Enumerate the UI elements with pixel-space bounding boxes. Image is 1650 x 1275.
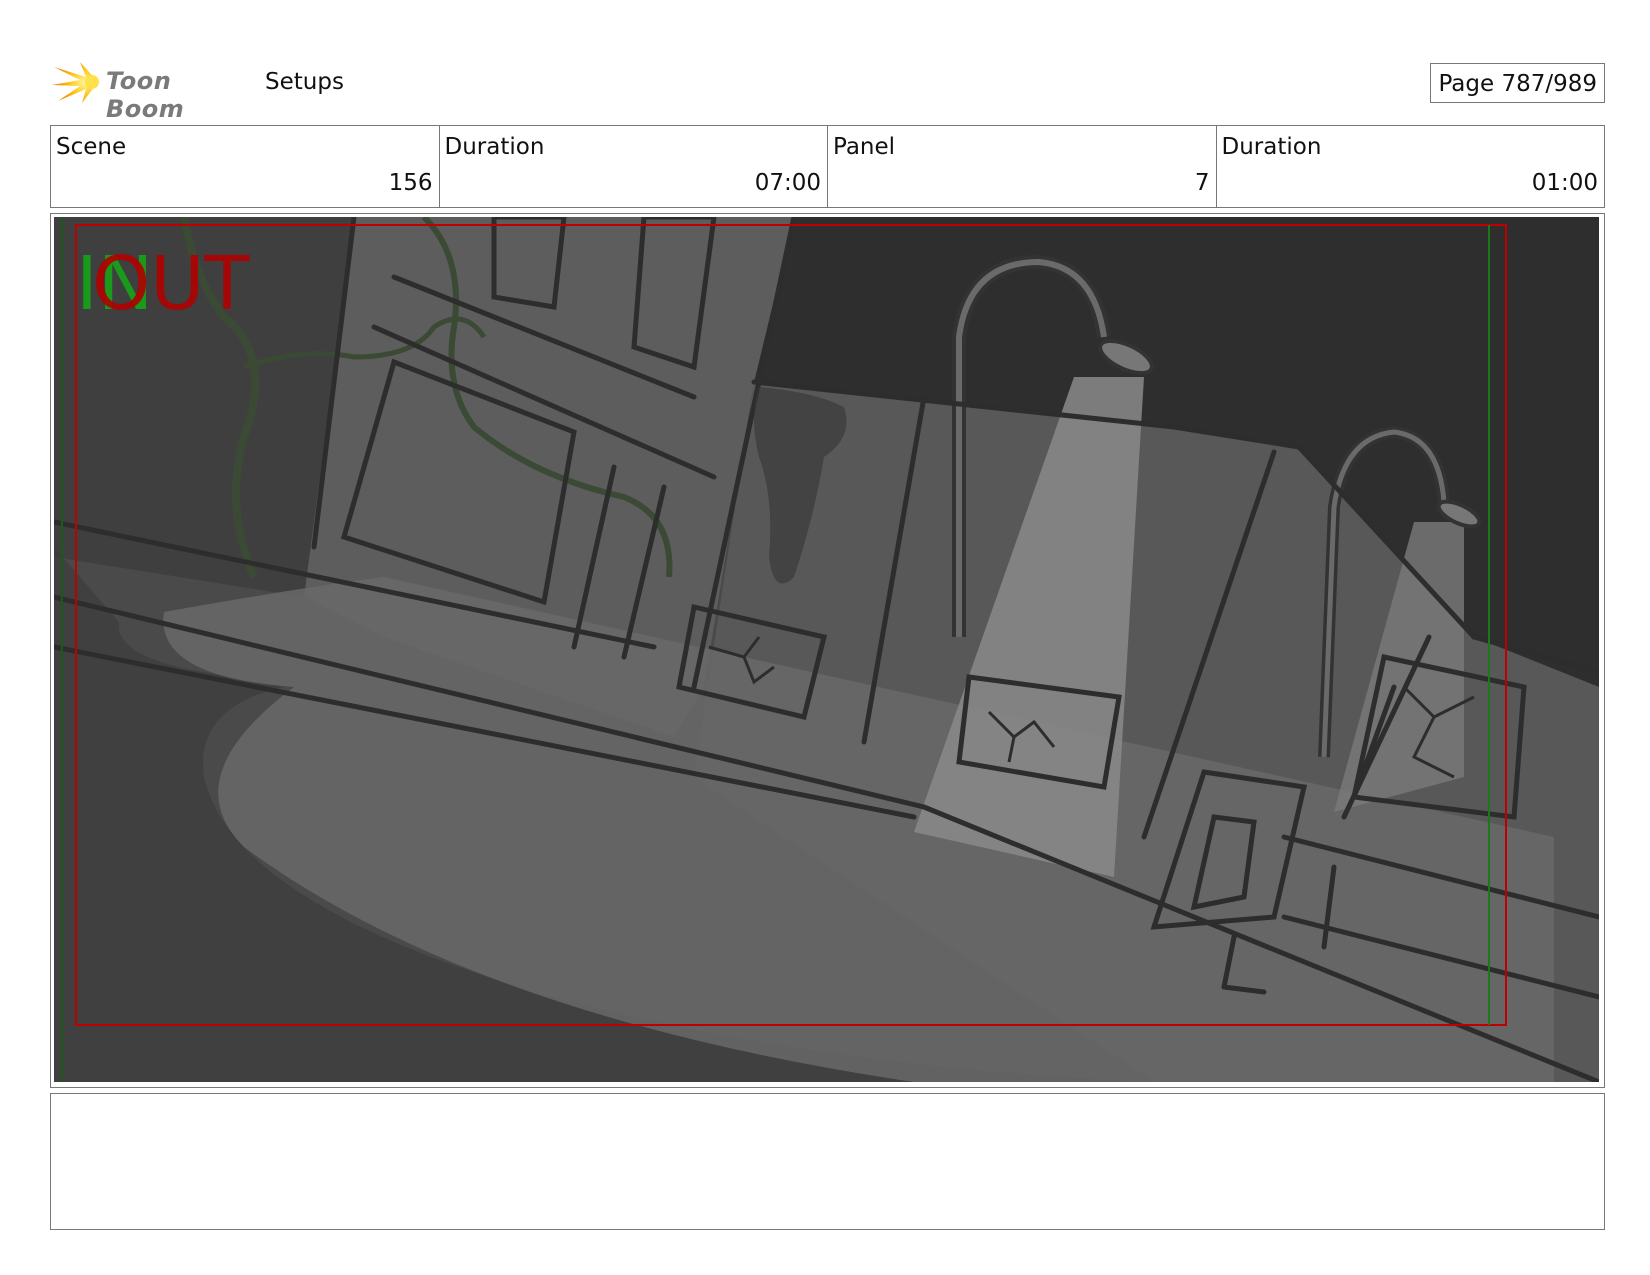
- panel-cell: Panel 7: [828, 126, 1217, 207]
- logo-text: Toon Boom: [106, 67, 185, 123]
- scene-duration-label: Duration: [444, 134, 545, 160]
- page-number: Page 787/989: [1430, 63, 1605, 103]
- panel-label: Panel: [833, 134, 896, 160]
- panel-duration-label: Duration: [1221, 134, 1322, 160]
- panel-duration-cell: Duration 01:00: [1217, 126, 1605, 207]
- starburst-icon: [52, 62, 99, 103]
- panel-notes-box: [50, 1093, 1605, 1230]
- scene-duration-cell: Duration 07:00: [440, 126, 828, 207]
- section-title: Setups: [265, 69, 344, 95]
- out-marker-text: OUT: [92, 241, 250, 327]
- scene-label: Scene: [56, 134, 127, 160]
- scene-info-table: Scene 156 Duration 07:00 Panel 7 Duratio…: [50, 125, 1605, 208]
- scene-cell: Scene 156: [51, 126, 440, 207]
- toon-boom-logo: Toon Boom: [50, 59, 250, 123]
- panel-duration-value: 01:00: [1531, 170, 1598, 196]
- panel-value: 7: [1194, 170, 1210, 196]
- scene-duration-value: 07:00: [754, 170, 821, 196]
- scene-value: 156: [388, 170, 433, 196]
- panel-sketch-image: IN OUT: [54, 217, 1599, 1082]
- page-header: Toon Boom Setups Page 787/989: [50, 55, 1605, 123]
- storyboard-panel: IN OUT: [50, 213, 1605, 1088]
